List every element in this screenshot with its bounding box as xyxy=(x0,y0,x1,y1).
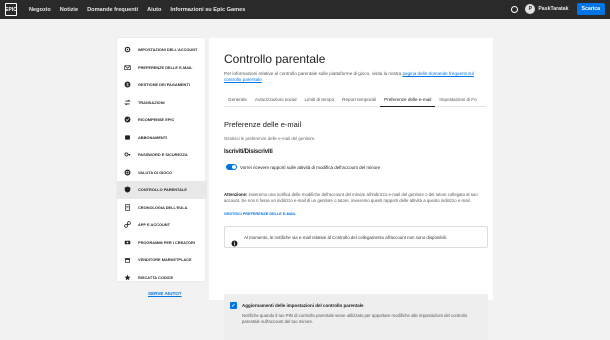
gear-icon xyxy=(124,46,131,53)
sidebar-item-eula-history[interactable]: Cronologia dell'EULA xyxy=(117,199,207,217)
info-notice: Al momento, le notifiche via e-mail rela… xyxy=(224,226,488,248)
download-button[interactable]: Scarica xyxy=(576,3,605,15)
tab-social-permissions[interactable]: Autorizzazioni social xyxy=(251,95,301,107)
transactions-icon xyxy=(124,99,131,106)
tab-time-reports[interactable]: Report temporali xyxy=(338,95,380,107)
parental-tabs: Generale Autorizzazioni social Limiti di… xyxy=(224,95,486,107)
nav-faq[interactable]: Domande frequenti xyxy=(87,7,138,13)
warning-label: Attenzione: xyxy=(224,192,248,197)
sidebar-item-label: Transazioni xyxy=(138,99,165,105)
epic-games-logo[interactable]: EPIC xyxy=(5,3,17,16)
username[interactable]: PaskTaratak xyxy=(538,6,568,12)
sidebar-item-label: Cronologia dell'EULA xyxy=(138,204,188,210)
sidebar-item-redeem-code[interactable]: Riscatta codice xyxy=(117,269,207,287)
sidebar-item-label: Riscatta codice xyxy=(138,274,174,280)
document-icon xyxy=(124,204,131,211)
main-content: Controllo parentale Per informazioni rel… xyxy=(209,38,493,340)
warning-body: invieremo una notifica delle modifiche d… xyxy=(224,192,478,204)
top-navigation-bar: EPIC Negozio Notizie Domande frequenti A… xyxy=(0,0,610,19)
need-help-link[interactable]: SERVE AIUTO? xyxy=(148,291,182,296)
avatar-initial: P xyxy=(528,6,533,12)
sidebar-item-label: Ricompense Epic xyxy=(138,117,175,123)
sidebar-item-label: Preferenze delle e-mail xyxy=(138,64,193,70)
store-icon xyxy=(124,256,131,263)
nav-store[interactable]: Negozio xyxy=(29,7,51,13)
tab-general[interactable]: Generale xyxy=(224,95,251,107)
intro-end: . xyxy=(261,77,264,82)
toggle-label: Vorrei ricevere rapporti sulle attività … xyxy=(240,165,381,170)
sidebar-item-label: Password e sicurezza xyxy=(138,152,188,158)
subscription-icon xyxy=(124,134,131,141)
warning-text: Attenzione: invieremo una notifica delle… xyxy=(224,192,486,205)
parental-settings-notification: ✓ Aggiornamenti delle impostazioni del c… xyxy=(224,294,488,340)
sidebar-item-account-settings[interactable]: Impostazioni dell'account xyxy=(117,41,207,59)
dollar-icon: $ xyxy=(124,81,131,88)
sidebar-item-subscriptions[interactable]: Abbonamenti xyxy=(117,129,207,147)
reward-icon xyxy=(124,116,131,123)
nav-news[interactable]: Notizie xyxy=(60,7,78,13)
section-title: Preferenze delle e-mail xyxy=(224,120,302,129)
sidebar-item-label: Programmi per i creatori xyxy=(138,239,195,245)
main-nav: Negozio Notizie Domande frequenti Aiuto … xyxy=(29,7,254,13)
section-subtitle: Gestisci le preferenze delle e-mail del … xyxy=(224,136,316,141)
intro-text: Per informazioni relative al controllo p… xyxy=(224,71,486,83)
sidebar-item-parental-controls[interactable]: Controllo parentale xyxy=(117,181,207,199)
avatar[interactable]: P xyxy=(525,4,536,14)
sidebar-item-label: App e account xyxy=(138,222,170,228)
info-icon xyxy=(231,234,238,247)
link-icon xyxy=(124,221,131,229)
sidebar-item-label: Controllo parentale xyxy=(138,187,187,193)
sidebar-item-label: Venditore Marketplace xyxy=(138,257,192,263)
sidebar-item-creator-programs[interactable]: Programmi per i creatori xyxy=(117,234,207,252)
sidebar-item-transactions[interactable]: Transazioni xyxy=(117,94,207,112)
creator-icon xyxy=(124,239,131,246)
sidebar-item-email-preferences[interactable]: Preferenze delle e-mail xyxy=(117,59,207,77)
sidebar-item-epic-rewards[interactable]: Ricompense Epic xyxy=(117,111,207,129)
sidebar-item-payment-management[interactable]: $ Gestione dei pagamenti xyxy=(117,76,207,94)
intro-body: Per informazioni relative al controllo p… xyxy=(224,71,403,76)
sidebar-item-game-currency[interactable]: Valuta di gioco xyxy=(117,164,207,182)
info-text: Al momento, le notifiche via e-mail rela… xyxy=(244,234,447,240)
tab-fortnite-settings[interactable]: Impostazioni di Fo xyxy=(435,95,480,107)
sidebar-item-label: Impostazioni dell'account xyxy=(138,47,198,53)
tab-time-limits[interactable]: Limiti di tempo xyxy=(301,95,339,107)
sidebar-item-apps-accounts[interactable]: App e account xyxy=(117,216,207,234)
key-icon xyxy=(124,151,131,158)
manage-email-preferences-link[interactable]: Gestisci preferenze delle e-mail xyxy=(224,212,296,216)
sidebar-item-label: Valuta di gioco xyxy=(138,169,173,175)
activity-reports-toggle[interactable] xyxy=(226,164,237,170)
subscribe-heading: Iscriviti/Disiscriviti xyxy=(224,149,273,155)
sidebar-item-password-security[interactable]: Password e sicurezza xyxy=(117,146,207,164)
notification-description: Notifiche quando il tuo PIN di controllo… xyxy=(242,313,468,325)
globe-icon[interactable] xyxy=(511,5,519,13)
notification-title: Aggiornamenti delle impostazioni del con… xyxy=(242,303,364,308)
nav-help[interactable]: Aiuto xyxy=(147,7,161,13)
coin-icon xyxy=(124,169,131,176)
tab-email-preferences[interactable]: Preferenze delle e-mail xyxy=(380,95,436,107)
notification-checkbox[interactable]: ✓ xyxy=(230,302,237,309)
logo-text: EPIC xyxy=(5,6,17,13)
mail-icon xyxy=(124,64,131,71)
topbar-right: P PaskTaratak Scarica xyxy=(511,3,605,15)
account-sidebar: Impostazioni dell'account Preferenze del… xyxy=(116,37,207,282)
nav-about[interactable]: Informazioni su Epic Games xyxy=(170,7,245,13)
sidebar-item-label: Gestione dei pagamenti xyxy=(138,82,190,88)
shield-icon xyxy=(124,186,131,193)
star-icon xyxy=(124,274,131,281)
page-title: Controllo parentale xyxy=(224,52,326,66)
sidebar-item-label: Abbonamenti xyxy=(138,134,168,140)
sidebar-item-marketplace-seller[interactable]: Venditore Marketplace xyxy=(117,251,207,269)
